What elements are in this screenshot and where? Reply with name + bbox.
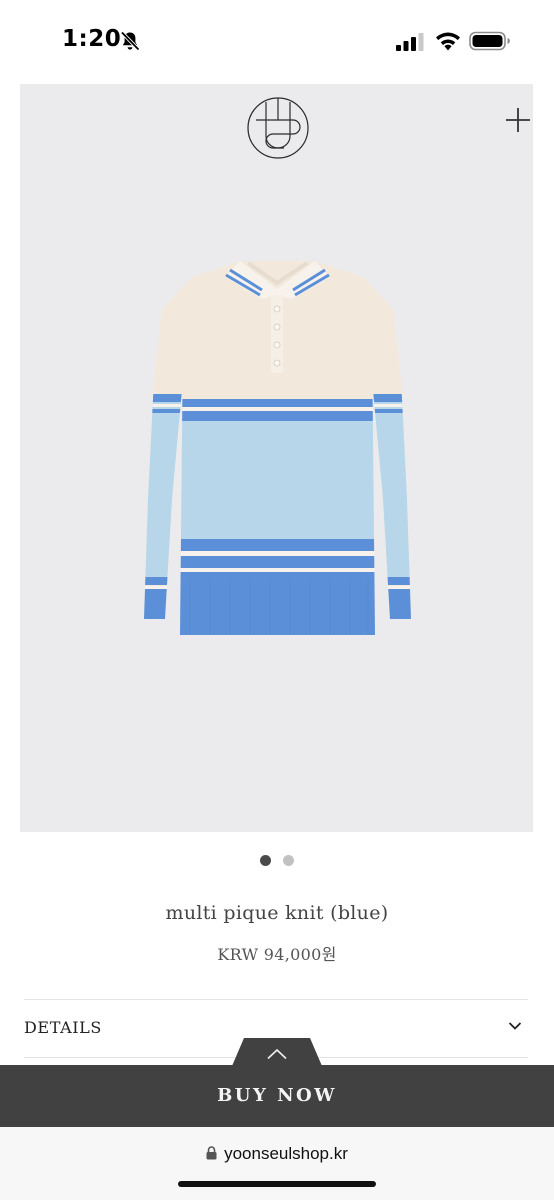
signal-icon xyxy=(396,33,424,51)
url-text: yoonseulshop.kr xyxy=(224,1144,348,1163)
sweater-illustration xyxy=(144,261,411,635)
chevron-down-icon xyxy=(508,1022,522,1030)
status-bar: 1:20 xyxy=(0,0,554,84)
pagination-dot[interactable] xyxy=(283,855,294,866)
url-display[interactable]: yoonseulshop.kr xyxy=(0,1144,554,1164)
product-image[interactable] xyxy=(20,84,533,832)
wifi-icon xyxy=(436,32,460,51)
bell-slash-icon xyxy=(120,31,140,51)
gallery-pagination xyxy=(0,855,554,867)
product-name: multi pique knit (blue) xyxy=(165,902,389,924)
product-price: KRW 94,000원 xyxy=(217,945,337,964)
brand-logo[interactable] xyxy=(246,96,310,160)
battery-icon xyxy=(469,31,510,51)
chevron-up-icon[interactable] xyxy=(266,1048,288,1060)
pagination-dot-active[interactable] xyxy=(260,855,271,866)
status-time: 1:20 xyxy=(62,26,122,52)
browser-url-bar[interactable]: yoonseulshop.kr xyxy=(0,1127,554,1200)
details-label: DETAILS xyxy=(24,1018,102,1037)
buy-now-button[interactable]: BUY NOW xyxy=(0,1065,554,1127)
lock-icon xyxy=(206,1146,217,1160)
buy-now-label: BUY NOW xyxy=(217,1085,337,1106)
plus-icon[interactable] xyxy=(504,106,532,134)
home-indicator[interactable] xyxy=(178,1181,376,1187)
